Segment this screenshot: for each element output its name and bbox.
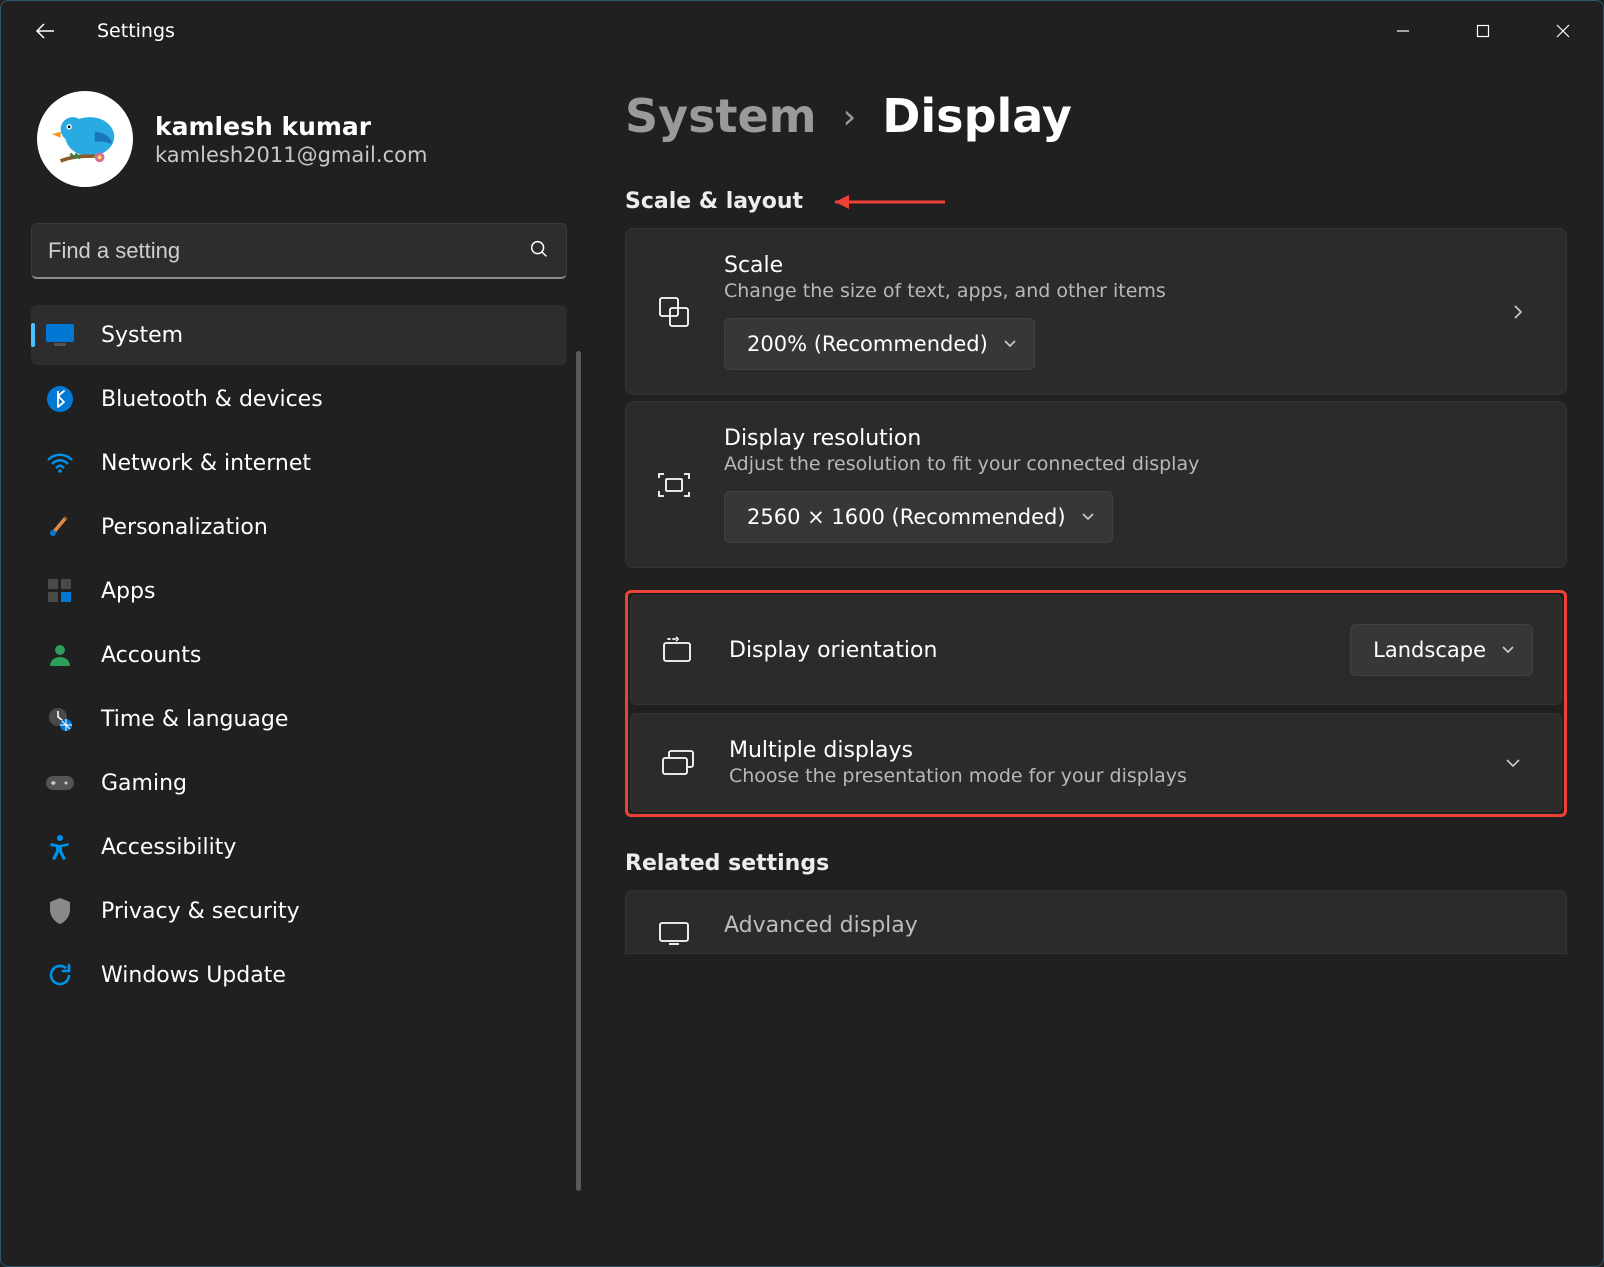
minimize-button[interactable]: [1363, 7, 1443, 55]
nav-item-personalization[interactable]: Personalization: [31, 497, 567, 557]
resolution-title: Display resolution: [724, 426, 1538, 451]
card-advanced-display[interactable]: Advanced display: [625, 890, 1567, 954]
chevron-down-icon: [1503, 753, 1523, 773]
clock-globe-icon: [45, 704, 75, 734]
resolution-subtitle: Adjust the resolution to fit your connec…: [724, 453, 1538, 475]
titlebar: Settings: [1, 1, 1603, 61]
profile-name: kamlesh kumar: [155, 112, 427, 141]
nav-item-bluetooth[interactable]: Bluetooth & devices: [31, 369, 567, 429]
close-button[interactable]: [1523, 7, 1603, 55]
nav-item-windows-update[interactable]: Windows Update: [31, 945, 567, 1005]
apps-icon: [45, 576, 75, 606]
multiple-displays-subtitle: Choose the presentation mode for your di…: [729, 765, 1463, 787]
scale-icon: [654, 292, 694, 332]
section-heading-text: Related settings: [625, 851, 829, 876]
breadcrumb-parent[interactable]: System: [625, 89, 817, 143]
scale-chevron-right[interactable]: [1498, 292, 1538, 332]
nav-item-privacy[interactable]: Privacy & security: [31, 881, 567, 941]
app-title: Settings: [97, 20, 175, 42]
nav-label: Network & internet: [101, 451, 311, 476]
search-box[interactable]: [31, 223, 567, 279]
chevron-right-icon: [1509, 303, 1527, 321]
nav-label: Personalization: [101, 515, 268, 540]
update-icon: [45, 960, 75, 990]
nav-label: Accessibility: [101, 835, 236, 860]
avatar-bird-icon: [46, 100, 124, 178]
paintbrush-icon: [45, 512, 75, 542]
orientation-select-value: Landscape: [1373, 638, 1486, 662]
minimize-icon: [1395, 23, 1411, 39]
chevron-down-icon: [1002, 332, 1018, 356]
section-heading-related: Related settings: [625, 851, 1567, 876]
nav-label: Accounts: [101, 643, 201, 668]
orientation-icon: [659, 630, 699, 670]
sidebar-scrollbar[interactable]: [576, 351, 581, 1191]
bluetooth-icon: [45, 384, 75, 414]
nav-item-accessibility[interactable]: Accessibility: [31, 817, 567, 877]
chevron-down-icon: [1080, 505, 1096, 529]
multiple-displays-title: Multiple displays: [729, 738, 1463, 763]
breadcrumb: System › Display: [625, 89, 1567, 143]
card-orientation[interactable]: Display orientation Landscape: [630, 595, 1562, 705]
nav-label: Bluetooth & devices: [101, 387, 323, 412]
nav: System Bluetooth & devices Network & int…: [31, 305, 567, 1005]
nav-item-network[interactable]: Network & internet: [31, 433, 567, 493]
accessibility-icon: [45, 832, 75, 862]
annotation-highlight-box: Display orientation Landscape Multiple d…: [625, 590, 1567, 817]
gamepad-icon: [45, 768, 75, 798]
profile-block[interactable]: kamlesh kumar kamlesh2011@gmail.com: [37, 91, 567, 187]
nav-item-system[interactable]: System: [31, 305, 567, 365]
nav-item-apps[interactable]: Apps: [31, 561, 567, 621]
shield-icon: [45, 896, 75, 926]
search-input[interactable]: [48, 238, 528, 264]
nav-label: Apps: [101, 579, 155, 604]
profile-email: kamlesh2011@gmail.com: [155, 143, 427, 167]
nav-item-accounts[interactable]: Accounts: [31, 625, 567, 685]
close-icon: [1555, 23, 1571, 39]
nav-label: System: [101, 323, 183, 348]
wifi-icon: [45, 448, 75, 478]
nav-label: Time & language: [101, 707, 288, 732]
back-button[interactable]: [21, 7, 69, 55]
search-icon: [528, 238, 550, 264]
nav-item-time-language[interactable]: Time & language: [31, 689, 567, 749]
nav-item-gaming[interactable]: Gaming: [31, 753, 567, 813]
sidebar: kamlesh kumar kamlesh2011@gmail.com Syst…: [1, 61, 591, 1266]
section-heading-text: Scale & layout: [625, 189, 803, 214]
section-heading-scale-layout: Scale & layout: [625, 189, 1567, 214]
multiple-displays-icon: [659, 743, 699, 783]
nav-label: Privacy & security: [101, 899, 300, 924]
advanced-display-icon: [654, 913, 694, 953]
resolution-icon: [654, 465, 694, 505]
orientation-select[interactable]: Landscape: [1350, 624, 1533, 676]
card-multiple-displays[interactable]: Multiple displays Choose the presentatio…: [630, 713, 1562, 812]
main-content: System › Display Scale & layout Scale Ch…: [591, 61, 1603, 1266]
avatar: [37, 91, 133, 187]
back-arrow-icon: [33, 19, 57, 43]
chevron-right-icon: ›: [843, 97, 857, 137]
resolution-select-value: 2560 × 1600 (Recommended): [747, 505, 1066, 529]
resolution-select[interactable]: 2560 × 1600 (Recommended): [724, 491, 1113, 543]
card-scale[interactable]: Scale Change the size of text, apps, and…: [625, 228, 1567, 395]
maximize-icon: [1475, 23, 1491, 39]
card-resolution[interactable]: Display resolution Adjust the resolution…: [625, 401, 1567, 568]
nav-label: Gaming: [101, 771, 187, 796]
advanced-display-title: Advanced display: [724, 913, 1538, 938]
scale-select-value: 200% (Recommended): [747, 332, 988, 356]
nav-label: Windows Update: [101, 963, 286, 988]
window-controls: [1363, 1, 1603, 61]
scale-subtitle: Change the size of text, apps, and other…: [724, 280, 1468, 302]
multiple-displays-expand[interactable]: [1493, 743, 1533, 783]
system-icon: [45, 320, 75, 350]
scale-select[interactable]: 200% (Recommended): [724, 318, 1035, 370]
annotation-arrow-icon: [817, 193, 947, 211]
chevron-down-icon: [1500, 638, 1516, 662]
scale-title: Scale: [724, 253, 1468, 278]
breadcrumb-current: Display: [882, 89, 1072, 143]
maximize-button[interactable]: [1443, 7, 1523, 55]
person-icon: [45, 640, 75, 670]
orientation-title: Display orientation: [729, 638, 1320, 663]
